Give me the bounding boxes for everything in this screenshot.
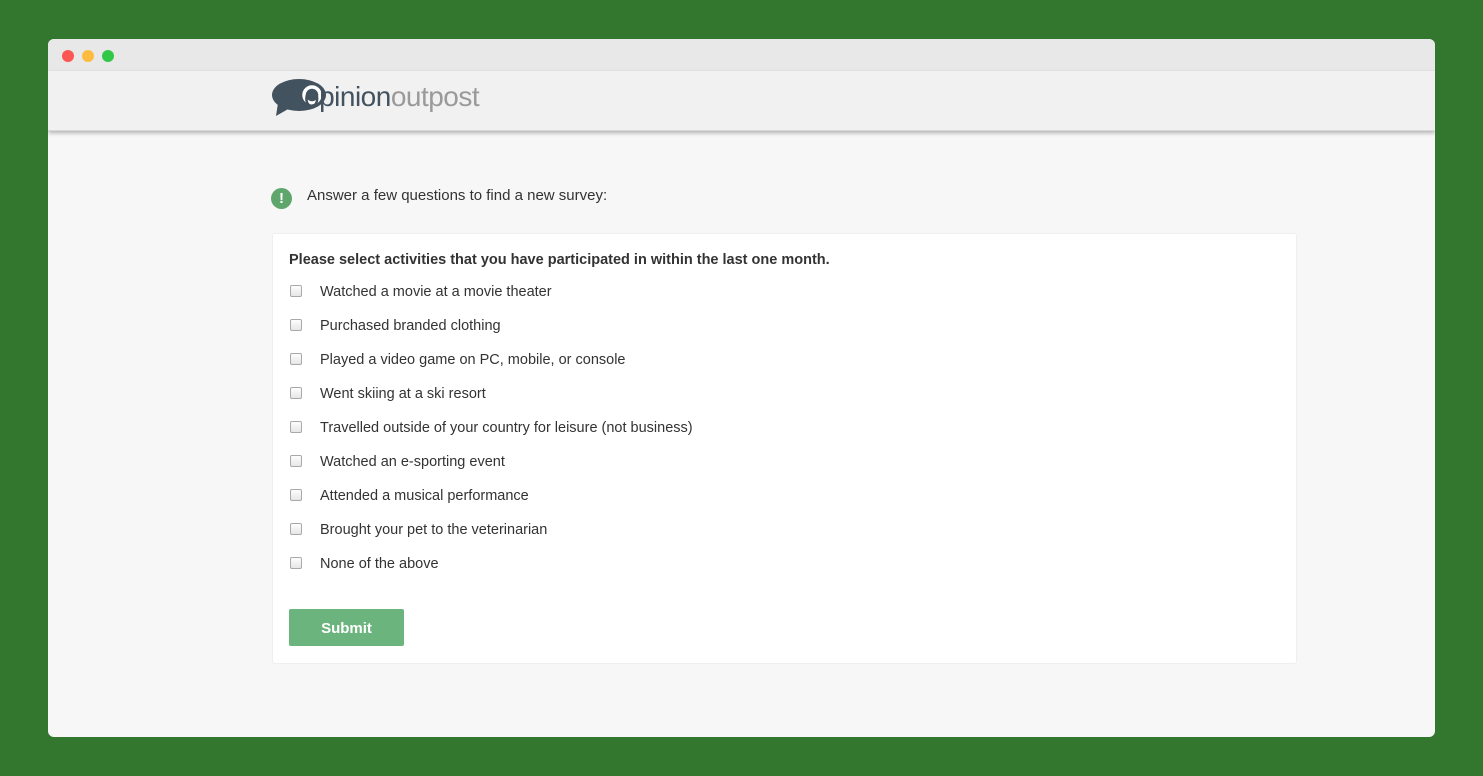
checkbox[interactable] — [290, 523, 302, 535]
checkbox[interactable] — [290, 319, 302, 331]
site-header: opinionoutpost — [48, 71, 1435, 131]
notice-text: Answer a few questions to find a new sur… — [307, 187, 608, 204]
checkbox[interactable] — [290, 353, 302, 365]
option-label[interactable]: Travelled outside of your country for le… — [320, 418, 693, 438]
minimize-window-button[interactable] — [82, 50, 94, 62]
checkbox[interactable] — [290, 557, 302, 569]
exclamation-icon: ! — [271, 188, 292, 209]
checkbox[interactable] — [290, 455, 302, 467]
option-label[interactable]: Brought your pet to the veterinarian — [320, 520, 547, 540]
window-titlebar — [48, 39, 1435, 71]
logo-text-outpost: outpost — [390, 81, 480, 112]
checkbox[interactable] — [290, 489, 302, 501]
option-label[interactable]: Watched an e-sporting event — [320, 452, 505, 472]
logo-text-opinion: opinion — [304, 81, 391, 112]
checkbox[interactable] — [290, 285, 302, 297]
logo-text: opinionoutpost — [304, 79, 480, 115]
option-label[interactable]: Purchased branded clothing — [320, 316, 501, 336]
close-window-button[interactable] — [62, 50, 74, 62]
option-label[interactable]: Went skiing at a ski resort — [320, 384, 486, 404]
option-label[interactable]: Watched a movie at a movie theater — [320, 282, 552, 302]
checkbox[interactable] — [290, 421, 302, 433]
maximize-window-button[interactable] — [102, 50, 114, 62]
option-label[interactable]: None of the above — [320, 554, 439, 574]
checkbox[interactable] — [290, 387, 302, 399]
survey-question-panel: Please select activities that you have p… — [272, 233, 1297, 664]
option-label[interactable]: Played a video game on PC, mobile, or co… — [320, 350, 625, 370]
question-text: Please select activities that you have p… — [289, 252, 830, 268]
submit-button[interactable]: Submit — [289, 609, 404, 646]
option-label[interactable]: Attended a musical performance — [320, 486, 529, 506]
browser-window: opinionoutpost ! Answer a few questions … — [48, 39, 1435, 737]
